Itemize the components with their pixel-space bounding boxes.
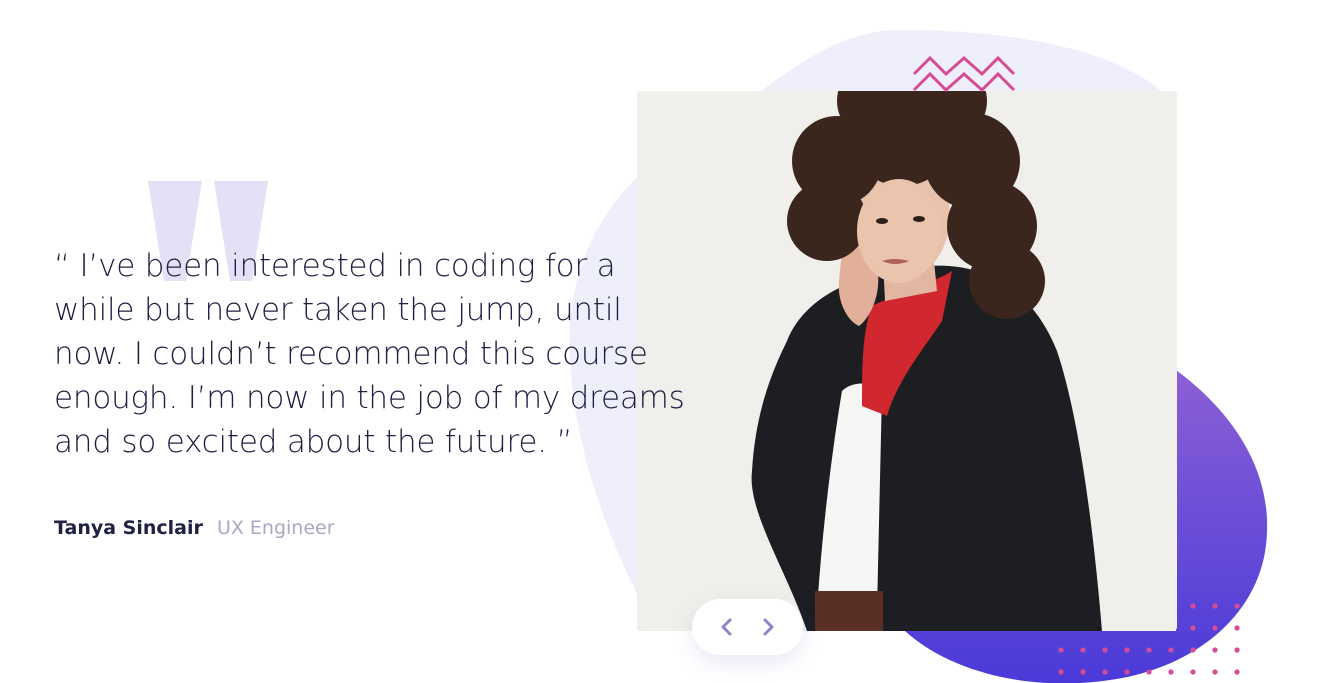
slider-controls [692,599,803,655]
testimonial-quote: “ I’ve been interested in coding for a w… [54,248,685,460]
chevron-right-icon [763,618,774,636]
author-name: Tanya Sinclair [54,517,203,539]
testimonial-photo [637,91,1177,631]
chevron-left-icon [721,618,732,636]
next-button[interactable] [749,607,789,647]
previous-button[interactable] [706,607,746,647]
author-role: UX Engineer [216,517,335,539]
testimonial-section: “ I’ve been interested in coding for a w… [0,0,1330,683]
testimonial-author: Tanya Sinclair UX Engineer [54,514,335,542]
zigzag-decor [912,55,1016,92]
